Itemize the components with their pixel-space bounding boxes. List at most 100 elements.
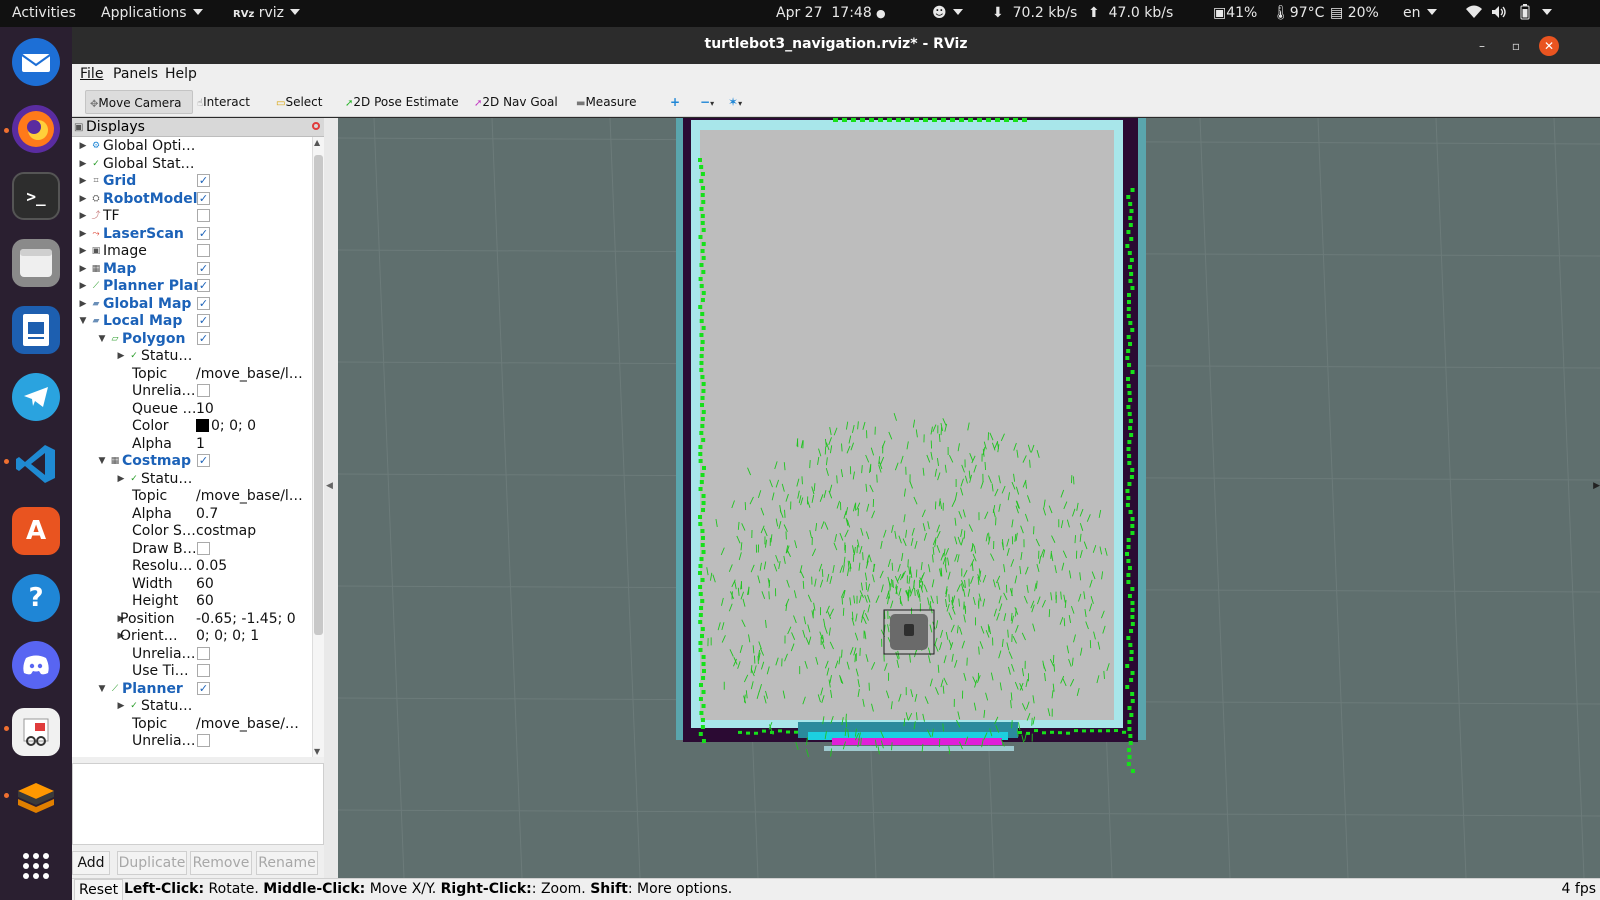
nav-goal-tool[interactable]: ➚2D Nav Goal	[470, 90, 562, 114]
display-enable-checkbox[interactable]	[197, 664, 210, 677]
display-enable-checkbox[interactable]: ✓	[197, 174, 210, 187]
collapsed-arrow-icon[interactable]: ▶	[78, 190, 88, 208]
collapsed-arrow-icon[interactable]: ▶	[78, 137, 88, 155]
display-row[interactable]: Alpha 1	[72, 435, 312, 453]
display-row[interactable]: ▶ Position -0.65; -1.45; 0	[72, 610, 312, 628]
interact-tool[interactable]: ☝Interact	[193, 90, 254, 114]
display-row[interactable]: ▶ ✓ Global Stat…	[72, 155, 312, 173]
pose-estimate-tool[interactable]: ➚2D Pose Estimate	[341, 90, 463, 114]
collapsed-arrow-icon[interactable]: ▶	[78, 277, 88, 295]
collapsed-arrow-icon[interactable]: ▶	[116, 697, 126, 715]
temp-indicator[interactable]: 🌡97°C	[1272, 0, 1324, 27]
expanded-arrow-icon[interactable]: ▼	[97, 680, 107, 698]
display-row-value[interactable]: /move_base/l…	[196, 487, 306, 505]
app-center-icon[interactable]: A	[12, 507, 60, 555]
display-row-value[interactable]: 0; 0; 0; 1	[196, 627, 306, 645]
displays-panel-header[interactable]: ▣ Displays	[72, 118, 324, 137]
display-row[interactable]: ▼ ▦ Costmap ✓	[72, 452, 312, 470]
rename-button[interactable]: Rename	[256, 851, 318, 875]
language-menu[interactable]: en	[1403, 0, 1437, 27]
terminal-icon[interactable]: >_	[12, 172, 60, 220]
display-row[interactable]: Topic/move_base/l…	[72, 487, 312, 505]
remove-button[interactable]: Remove	[190, 851, 252, 875]
remove-tool-button[interactable]: −▾	[696, 90, 718, 114]
display-enable-checkbox[interactable]: ✓	[197, 296, 210, 310]
minimize-button[interactable]: –	[1472, 36, 1492, 56]
close-button[interactable]: ✕	[1539, 36, 1559, 56]
firefox-icon[interactable]	[12, 105, 60, 153]
vscode-icon[interactable]	[12, 440, 60, 488]
power-menu[interactable]	[1536, 0, 1552, 27]
display-row[interactable]: ▼ ▱ Polygon ✓	[72, 330, 312, 348]
display-enable-checkbox[interactable]	[197, 244, 210, 257]
applications-menu[interactable]: Applications	[101, 0, 203, 27]
libreoffice-impress-icon[interactable]	[12, 306, 60, 354]
volume-icon[interactable]	[1491, 0, 1507, 27]
display-row[interactable]: ▶ Orient… 0; 0; 0; 1	[72, 627, 312, 645]
display-row[interactable]: ▶ ⚙ Global Opti…	[72, 137, 312, 155]
cpu-indicator[interactable]: ▣41%	[1213, 0, 1257, 27]
display-enable-checkbox[interactable]: ✓	[197, 261, 210, 275]
panel-close-icon[interactable]	[312, 122, 320, 130]
display-row[interactable]: Unrelia…	[72, 382, 312, 400]
menu-help[interactable]: Help	[165, 66, 197, 82]
display-row[interactable]: ▶ ✓ Statu…	[72, 697, 312, 715]
display-enable-checkbox[interactable]: ✓	[197, 454, 210, 467]
scrollbar-thumb[interactable]	[314, 155, 323, 635]
help-icon[interactable]: ?	[12, 574, 60, 622]
display-row[interactable]: Unrelia…	[72, 645, 312, 663]
display-row[interactable]: Color 0; 0; 0	[72, 417, 312, 435]
collapsed-arrow-icon[interactable]: ▶	[78, 242, 88, 260]
activities-button[interactable]: Activities	[12, 0, 76, 27]
scroll-down-icon[interactable]: ▼	[314, 747, 320, 756]
displays-scrollbar[interactable]: ▲ ▼	[312, 137, 324, 757]
window-titlebar[interactable]: turtlebot3_navigation.rviz* - RViz – ▫ ✕	[72, 27, 1600, 64]
discord-icon[interactable]	[12, 641, 60, 689]
display-enable-checkbox[interactable]: ✓	[197, 191, 210, 205]
display-enable-checkbox[interactable]: ✓	[197, 279, 210, 292]
display-row-value[interactable]: 1	[196, 435, 306, 453]
display-row[interactable]: Use Ti…	[72, 662, 312, 680]
display-row[interactable]: Unrelia…	[72, 732, 312, 750]
display-row[interactable]: ▶ ✓ Statu…	[72, 470, 312, 488]
collapsed-arrow-icon[interactable]: ▶	[78, 295, 88, 313]
display-row[interactable]: ▶ ⛭ RobotModel ✓	[72, 190, 312, 208]
display-enable-checkbox[interactable]	[197, 209, 210, 222]
thunderbird-icon[interactable]	[12, 38, 60, 86]
display-enable-checkbox[interactable]	[197, 384, 210, 397]
collapsed-arrow-icon[interactable]: ▶	[116, 470, 126, 488]
duplicate-button[interactable]: Duplicate	[117, 851, 187, 875]
display-row-value[interactable]: /move_base/…	[196, 715, 306, 733]
display-enable-checkbox[interactable]	[197, 734, 210, 747]
show-apps-icon[interactable]	[12, 842, 60, 890]
select-tool[interactable]: ▭Select	[272, 90, 326, 114]
display-row[interactable]: Queue … 10	[72, 400, 312, 418]
files-icon[interactable]	[12, 239, 60, 287]
display-enable-checkbox[interactable]: ✓	[197, 226, 210, 240]
display-row[interactable]: Resolu… 0.05	[72, 557, 312, 575]
display-row[interactable]: ▶ ⟋ Planner Plan ✓	[72, 277, 312, 295]
clock[interactable]: Apr 27 17:48	[776, 0, 872, 27]
display-row-value[interactable]: 0; 0; 0	[196, 417, 306, 435]
display-row[interactable]: Color S… costmap	[72, 522, 312, 540]
tool-properties-button[interactable]: ✶▾	[724, 90, 746, 114]
collapsed-arrow-icon[interactable]: ▶	[78, 207, 88, 225]
display-row[interactable]: ▶ ▣ Image	[72, 242, 312, 260]
collapsed-arrow-icon[interactable]: ▶	[78, 260, 88, 278]
display-row[interactable]: ▶ ⌗ Grid ✓	[72, 172, 312, 190]
display-enable-checkbox[interactable]	[197, 541, 210, 555]
display-enable-checkbox[interactable]: ✓	[197, 314, 210, 327]
menu-panels[interactable]: Panels	[113, 66, 158, 82]
display-enable-checkbox[interactable]: ✓	[197, 331, 210, 345]
wifi-icon[interactable]	[1466, 0, 1482, 27]
maximize-button[interactable]: ▫	[1506, 36, 1526, 56]
expanded-arrow-icon[interactable]: ▼	[97, 330, 107, 348]
telegram-icon[interactable]	[12, 373, 60, 421]
display-row-value[interactable]: 60	[196, 592, 306, 610]
reset-button[interactable]: Reset	[74, 879, 124, 900]
display-row-value[interactable]: 10	[196, 400, 306, 418]
disk-indicator[interactable]: ▤ 20%	[1330, 0, 1379, 27]
indicator-menu[interactable]: ☻	[932, 0, 963, 27]
display-row-value[interactable]: /move_base/l…	[196, 365, 306, 383]
display-row[interactable]: ▼ ⟋ Planner ✓	[72, 680, 312, 698]
